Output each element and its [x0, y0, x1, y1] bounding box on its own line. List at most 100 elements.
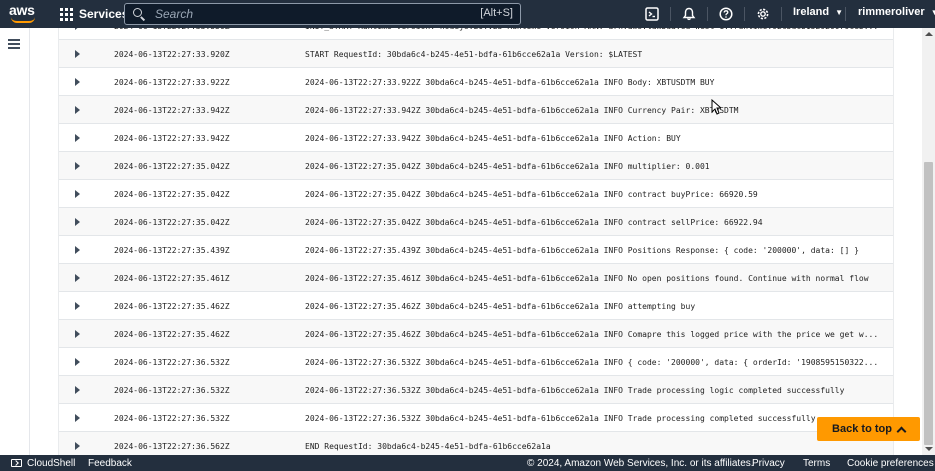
privacy-link[interactable]: Privacy [752, 458, 785, 469]
nav-divider [670, 7, 671, 21]
nav-divider [781, 7, 782, 21]
expand-triangle-icon[interactable] [75, 134, 80, 142]
log-event-timestamp: 2024-06-13T22:27:33.922Z [114, 78, 230, 87]
help-icon[interactable] [717, 5, 735, 23]
gear-icon[interactable] [754, 5, 772, 23]
scroll-up-arrow[interactable] [925, 32, 933, 36]
log-event-timestamp: 2024-06-13T22:27:36.562Z [114, 442, 230, 451]
log-event-timestamp: 2024-06-13T22:27:35.461Z [114, 274, 230, 283]
log-event-message: 2024-06-13T22:27:35.461Z 30bda6c4-b245-4… [305, 274, 869, 283]
terms-link[interactable]: Terms [803, 458, 830, 469]
search-input[interactable] [155, 7, 455, 21]
nav-divider [744, 7, 745, 21]
copyright-text: © 2024, Amazon Web Services, Inc. or its… [527, 458, 754, 469]
username-label: rimmeroliver [858, 6, 925, 18]
aws-logo[interactable]: aws [9, 3, 39, 25]
log-event-row[interactable]: 2024-06-13T22:27:35.042Z 2024-06-13T22:27… [59, 152, 893, 180]
expand-triangle-icon[interactable] [75, 442, 80, 450]
caret-down-icon: ▼ [930, 8, 935, 17]
hamburger-icon[interactable] [8, 39, 20, 49]
log-event-row[interactable]: 2024-06-13T22:27:35.042Z 2024-06-13T22:27… [59, 208, 893, 236]
expand-triangle-icon[interactable] [75, 28, 80, 30]
log-events-list: 2024-06-13T22:27:33.550Z INIT_START Runti… [59, 28, 893, 455]
log-event-row[interactable]: 2024-06-13T22:27:36.532Z 2024-06-13T22:27… [59, 348, 893, 376]
footer-bar: CloudShell Feedback © 2024, Amazon Web S… [0, 455, 935, 471]
back-to-top-button[interactable]: Back to top [817, 417, 920, 441]
top-navigation: aws Services [Alt+S] Ireland ▼ rimmeroli… [0, 0, 935, 28]
log-event-message: 2024-06-13T22:27:33.922Z 30bda6c4-b245-4… [305, 78, 715, 87]
log-event-message: 2024-06-13T22:27:36.532Z 30bda6c4-b245-4… [305, 358, 879, 367]
cloudshell-link[interactable]: CloudShell [27, 458, 75, 469]
log-event-timestamp: 2024-06-13T22:27:36.532Z [114, 358, 230, 367]
services-label: Services [79, 7, 129, 21]
expand-triangle-icon[interactable] [75, 330, 80, 338]
cloudshell-icon [11, 459, 22, 467]
log-event-row[interactable]: 2024-06-13T22:27:33.942Z 2024-06-13T22:27… [59, 96, 893, 124]
log-event-row[interactable]: 2024-06-13T22:27:33.550Z INIT_START Runti… [59, 28, 893, 40]
log-event-timestamp: 2024-06-13T22:27:35.042Z [114, 162, 230, 171]
expand-triangle-icon[interactable] [75, 50, 80, 58]
log-event-message: 2024-06-13T22:27:36.532Z 30bda6c4-b245-4… [305, 386, 845, 395]
log-event-message: 2024-06-13T22:27:35.462Z 30bda6c4-b245-4… [305, 302, 696, 311]
log-event-timestamp: 2024-06-13T22:27:33.550Z [114, 28, 230, 31]
log-event-row[interactable]: 2024-06-13T22:27:33.922Z 2024-06-13T22:27… [59, 68, 893, 96]
feedback-link[interactable]: Feedback [88, 458, 132, 469]
log-event-message: 2024-06-13T22:27:35.462Z 30bda6c4-b245-4… [305, 330, 879, 339]
log-events-panel: 2024-06-13T22:27:33.550Z INIT_START Runti… [58, 28, 894, 455]
log-event-row[interactable]: 2024-06-13T22:27:36.562Z END RequestId: 3… [59, 432, 893, 455]
page-scrollbar[interactable] [922, 28, 935, 455]
log-event-row[interactable]: 2024-06-13T22:27:35.461Z 2024-06-13T22:27… [59, 264, 893, 292]
aws-logo-text: aws [9, 2, 35, 18]
log-event-row[interactable]: 2024-06-13T22:27:35.462Z 2024-06-13T22:27… [59, 320, 893, 348]
chevron-up-icon [896, 426, 907, 436]
cookie-preferences-link[interactable]: Cookie preferences [847, 458, 934, 469]
expand-triangle-icon[interactable] [75, 190, 80, 198]
expand-triangle-icon[interactable] [75, 302, 80, 310]
expand-triangle-icon[interactable] [75, 274, 80, 282]
log-event-timestamp: 2024-06-13T22:27:33.920Z [114, 50, 230, 59]
log-event-message: END RequestId: 30bda6c4-b245-4e51-bdfa-6… [305, 442, 551, 451]
expand-triangle-icon[interactable] [75, 78, 80, 86]
log-event-message: 2024-06-13T22:27:36.532Z 30bda6c4-b245-4… [305, 414, 816, 423]
log-event-message: INIT_START Runtime Version: nodejs:20.v2… [305, 28, 880, 31]
log-event-message: START RequestId: 30bda6c4-b245-4e51-bdfa… [305, 50, 643, 59]
log-event-message: 2024-06-13T22:27:35.042Z 30bda6c4-b245-4… [305, 190, 758, 199]
log-event-timestamp: 2024-06-13T22:27:35.462Z [114, 330, 230, 339]
expand-triangle-icon[interactable] [75, 414, 80, 422]
log-event-row[interactable]: 2024-06-13T22:27:35.439Z 2024-06-13T22:27… [59, 236, 893, 264]
region-label: Ireland [793, 6, 830, 18]
aws-smile-icon [11, 17, 35, 23]
log-event-message: 2024-06-13T22:27:35.439Z 30bda6c4-b245-4… [305, 246, 859, 255]
cloudshell-icon[interactable] [643, 5, 661, 23]
log-event-timestamp: 2024-06-13T22:27:36.532Z [114, 386, 230, 395]
side-navigation [0, 28, 30, 455]
log-event-timestamp: 2024-06-13T22:27:36.532Z [114, 414, 230, 423]
log-event-row[interactable]: 2024-06-13T22:27:33.942Z 2024-06-13T22:27… [59, 124, 893, 152]
mouse-cursor-icon [711, 99, 721, 115]
scroll-thumb[interactable] [924, 162, 933, 445]
log-event-row[interactable]: 2024-06-13T22:27:35.042Z 2024-06-13T22:27… [59, 180, 893, 208]
region-selector[interactable]: Ireland ▼ [793, 6, 843, 18]
services-menu-button[interactable]: Services [60, 5, 128, 23]
log-event-row[interactable]: 2024-06-13T22:27:36.532Z 2024-06-13T22:27… [59, 376, 893, 404]
log-event-timestamp: 2024-06-13T22:27:35.042Z [114, 218, 230, 227]
expand-triangle-icon[interactable] [75, 386, 80, 394]
bell-icon[interactable] [680, 5, 698, 23]
expand-triangle-icon[interactable] [75, 358, 80, 366]
log-event-row[interactable]: 2024-06-13T22:27:33.920Z START RequestId:… [59, 40, 893, 68]
log-event-message: 2024-06-13T22:27:33.942Z 30bda6c4-b245-4… [305, 134, 681, 143]
grid-icon [60, 7, 73, 21]
expand-triangle-icon[interactable] [75, 218, 80, 226]
search-icon [132, 7, 146, 21]
scroll-down-arrow[interactable] [925, 447, 933, 451]
expand-triangle-icon[interactable] [75, 246, 80, 254]
log-event-message: 2024-06-13T22:27:35.042Z 30bda6c4-b245-4… [305, 162, 710, 171]
account-menu[interactable]: rimmeroliver ▼ [858, 6, 935, 18]
expand-triangle-icon[interactable] [75, 162, 80, 170]
log-event-timestamp: 2024-06-13T22:27:35.462Z [114, 302, 230, 311]
back-to-top-label: Back to top [832, 423, 892, 435]
search-box[interactable]: [Alt+S] [124, 3, 521, 25]
log-event-row[interactable]: 2024-06-13T22:27:35.462Z 2024-06-13T22:27… [59, 292, 893, 320]
log-event-row[interactable]: 2024-06-13T22:27:36.532Z 2024-06-13T22:27… [59, 404, 893, 432]
expand-triangle-icon[interactable] [75, 106, 80, 114]
